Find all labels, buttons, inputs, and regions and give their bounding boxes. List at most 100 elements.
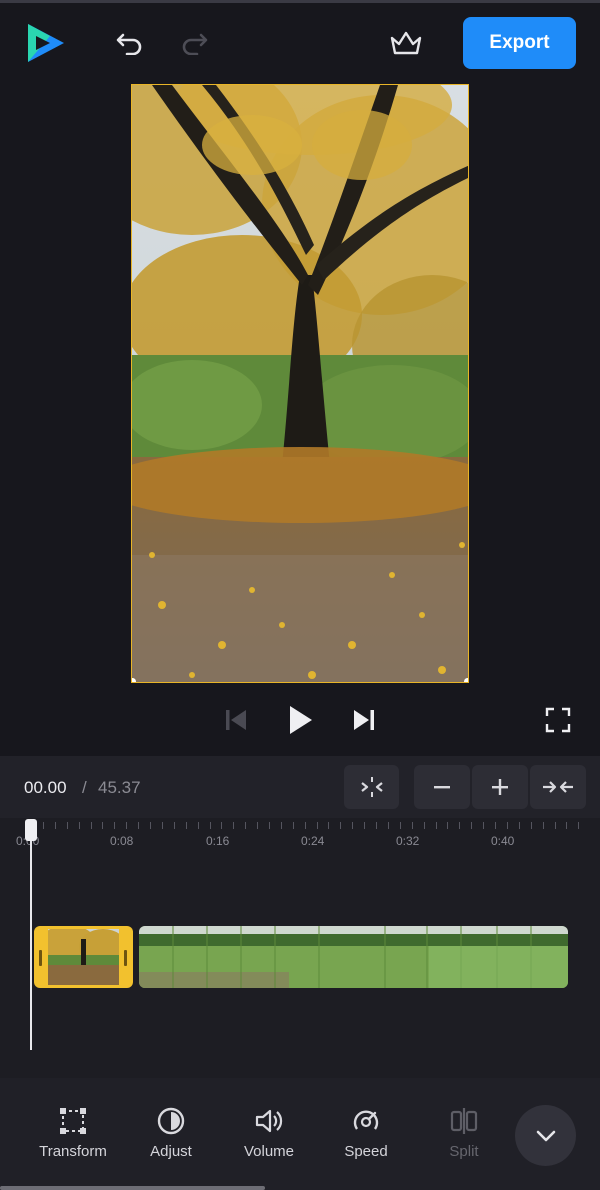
ruler-tick xyxy=(412,822,413,829)
ruler-tick xyxy=(328,822,329,829)
top-bar: Export xyxy=(0,0,600,84)
ruler-tick xyxy=(293,822,294,829)
ruler-tick xyxy=(459,822,460,829)
video-preview[interactable] xyxy=(131,84,469,683)
ruler-tick xyxy=(376,822,377,829)
ruler-tick xyxy=(43,822,44,829)
speed-button[interactable]: Speed xyxy=(321,1104,411,1168)
ruler-tick xyxy=(55,822,56,829)
ruler-tick xyxy=(114,822,115,829)
ruler-tick xyxy=(317,822,318,829)
fit-button[interactable] xyxy=(530,765,586,809)
ruler-tick xyxy=(543,822,544,829)
ruler-tick xyxy=(519,822,520,829)
playhead-handle[interactable] xyxy=(25,819,37,841)
ruler-label: 0:08 xyxy=(110,834,134,848)
ruler-tick xyxy=(531,822,532,829)
zoom-in-button[interactable] xyxy=(472,765,528,809)
minus-icon xyxy=(434,786,450,789)
skip-back-icon xyxy=(226,710,246,730)
play-logo-icon xyxy=(24,22,66,64)
ruler-tick xyxy=(79,822,80,829)
split-icon xyxy=(450,1108,478,1134)
ruler-tick xyxy=(233,822,234,829)
ruler-tick xyxy=(388,822,389,829)
fullscreen-icon xyxy=(545,707,571,733)
ruler-tick xyxy=(352,822,353,829)
ruler-tick xyxy=(555,822,556,829)
ruler-tick xyxy=(507,822,508,829)
ruler-label: 0:24 xyxy=(301,834,325,848)
time-separator: / xyxy=(82,778,87,797)
zoom-out-button[interactable] xyxy=(414,765,470,809)
ruler-tick xyxy=(138,822,139,829)
undo-icon xyxy=(116,33,142,55)
transform-button[interactable]: Transform xyxy=(28,1104,118,1168)
split-align-icon xyxy=(360,777,383,797)
fit-icon xyxy=(543,781,573,793)
ruler-tick xyxy=(436,822,437,829)
ruler-tick xyxy=(245,822,246,829)
split-button[interactable]: Split xyxy=(419,1104,509,1168)
clip-thumbnail-strip xyxy=(139,926,568,988)
ruler-tick xyxy=(471,822,472,829)
park-grass-clip[interactable] xyxy=(139,926,568,988)
volume-button[interactable]: Volume xyxy=(224,1104,314,1168)
current-time: 00.00 xyxy=(24,778,67,797)
playhead-line xyxy=(30,832,32,1050)
ruler-tick xyxy=(150,822,151,829)
video-frame-image xyxy=(132,85,468,682)
skip-forward-button[interactable] xyxy=(348,702,380,738)
ruler-tick xyxy=(198,822,199,829)
bottom-toolbar: Transform Adjust Volume Speed Split xyxy=(0,1078,600,1190)
ruler-tick xyxy=(495,822,496,829)
top-strip xyxy=(0,0,600,3)
ruler-tick xyxy=(269,822,270,829)
collapse-toolbar-button[interactable] xyxy=(515,1105,576,1166)
trim-handle-right[interactable] xyxy=(124,950,127,966)
ruler-tick xyxy=(102,822,103,829)
ruler-tick xyxy=(281,822,282,829)
ruler-tick xyxy=(257,822,258,829)
ruler-tick xyxy=(578,822,579,829)
adjust-button[interactable]: Adjust xyxy=(126,1104,216,1168)
redo-icon xyxy=(182,33,208,55)
premium-button[interactable] xyxy=(384,24,428,62)
home-indicator xyxy=(0,1186,265,1190)
export-button[interactable]: Export xyxy=(463,17,576,69)
tool-label: Speed xyxy=(344,1143,388,1160)
trim-handle-left[interactable] xyxy=(39,950,42,966)
skip-back-button[interactable] xyxy=(220,702,252,738)
redo-button[interactable] xyxy=(174,24,214,62)
ruler-label: 0:16 xyxy=(206,834,230,848)
tool-label: Split xyxy=(449,1143,479,1160)
chevron-down-icon xyxy=(536,1130,555,1141)
ruler-tick xyxy=(91,822,92,829)
adjust-icon xyxy=(157,1107,185,1135)
ruler-tick xyxy=(186,822,187,829)
playback-controls xyxy=(0,690,600,754)
ruler-tick xyxy=(364,822,365,829)
ruler-tick xyxy=(305,822,306,829)
ruler-tick xyxy=(67,822,68,829)
ruler-tick xyxy=(210,822,211,829)
total-duration: 45.37 xyxy=(98,778,141,797)
split-align-button[interactable] xyxy=(344,765,399,809)
play-button[interactable] xyxy=(282,700,318,740)
skip-forward-icon xyxy=(354,710,374,730)
ruler-label: 0:32 xyxy=(396,834,420,848)
ruler-tick xyxy=(221,822,222,829)
timeline[interactable]: 0:00 0:08 0:16 0:24 0:32 0:40 xyxy=(0,818,600,1078)
fullscreen-button[interactable] xyxy=(540,702,576,738)
ruler-tick xyxy=(340,822,341,829)
tool-label: Transform xyxy=(39,1143,107,1160)
ruler-tick xyxy=(400,822,401,829)
undo-button[interactable] xyxy=(110,24,150,62)
crown-icon xyxy=(390,31,422,55)
time-bar: 00.00 / 45.37 xyxy=(0,756,600,818)
ruler-tick xyxy=(162,822,163,829)
volume-icon xyxy=(255,1109,283,1133)
tool-label: Adjust xyxy=(150,1143,192,1160)
tool-label: Volume xyxy=(243,1143,295,1160)
autumn-tree-clip[interactable] xyxy=(34,926,133,988)
